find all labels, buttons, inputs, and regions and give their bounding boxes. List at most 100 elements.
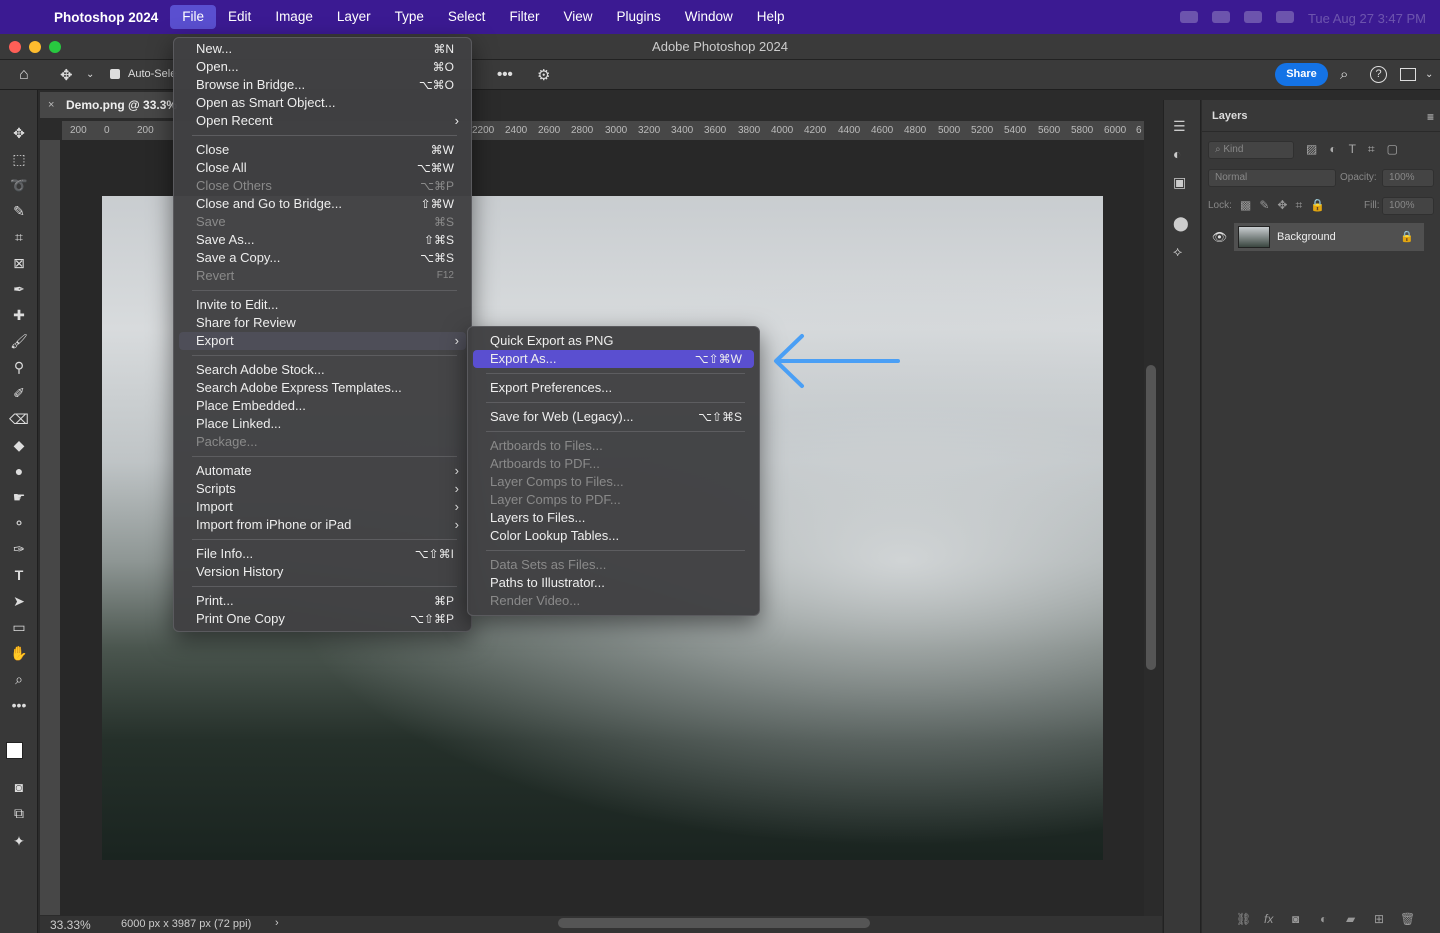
- healing-brush-icon[interactable]: ✚: [8, 304, 30, 326]
- menu-item-paths-illustrator[interactable]: Paths to Illustrator...: [473, 574, 754, 592]
- status-icon[interactable]: [1179, 11, 1198, 23]
- clock[interactable]: Tue Aug 27 3:47 PM: [1308, 11, 1426, 26]
- move-tool-icon[interactable]: ✥: [8, 122, 30, 144]
- app-name[interactable]: Photoshop 2024: [54, 10, 158, 25]
- path-select-icon[interactable]: ➤: [8, 590, 30, 612]
- libraries-icon[interactable]: ▣: [1173, 174, 1186, 191]
- battery-icon[interactable]: [1243, 11, 1262, 23]
- menu-help[interactable]: Help: [745, 5, 797, 29]
- chevron-down-icon[interactable]: ⌄: [86, 69, 94, 80]
- chevron-down-icon[interactable]: ⌄: [1425, 69, 1433, 80]
- dodge-tool-icon[interactable]: ⚬: [8, 512, 30, 534]
- quick-mask-icon[interactable]: ◙: [8, 776, 30, 798]
- gear-icon[interactable]: ⚙: [537, 66, 550, 84]
- trash-icon[interactable]: 🗑: [1400, 912, 1415, 926]
- filter-icons[interactable]: ▨◐T⌗▢: [1306, 142, 1410, 157]
- lock-icons[interactable]: ▩✎✥⌗🔒: [1240, 198, 1333, 213]
- styles-icon[interactable]: ◐: [1173, 146, 1181, 162]
- menu-item-import-iphone[interactable]: Import from iPhone or iPad ›: [179, 516, 466, 534]
- menu-item-close-go-bridge[interactable]: Close and Go to Bridge... ⇧⌘W: [179, 195, 466, 213]
- hand-tool-icon[interactable]: ✋: [8, 642, 30, 664]
- menu-item-save-for-web[interactable]: Save for Web (Legacy)... ⌥⇧⌘S: [473, 408, 754, 426]
- new-layer-icon[interactable]: ⊞: [1374, 912, 1384, 926]
- move-tool-icon[interactable]: ✥: [60, 66, 73, 84]
- layers-tab[interactable]: Layers: [1202, 100, 1440, 132]
- frame-tool-icon[interactable]: ⊠: [8, 252, 30, 274]
- lasso-tool-icon[interactable]: ➰: [8, 174, 30, 196]
- menu-item-place-linked[interactable]: Place Linked...: [179, 415, 466, 433]
- menu-item-new[interactable]: New... ⌘N: [179, 40, 466, 58]
- menu-item-print-one-copy[interactable]: Print One Copy ⌥⇧⌘P: [179, 610, 466, 628]
- menu-item-browse-bridge[interactable]: Browse in Bridge... ⌥⌘O: [179, 76, 466, 94]
- menu-item-open-recent[interactable]: Open Recent ›: [179, 112, 466, 130]
- menu-item-scripts[interactable]: Scripts ›: [179, 480, 466, 498]
- workspace-icon[interactable]: [1400, 68, 1416, 81]
- fill-input[interactable]: 100%: [1382, 197, 1434, 215]
- close-tab-icon[interactable]: ×: [48, 92, 54, 118]
- share-button[interactable]: Share: [1275, 63, 1328, 86]
- menu-item-place-embedded[interactable]: Place Embedded...: [179, 397, 466, 415]
- status-menu-arrow[interactable]: ›: [275, 917, 279, 929]
- opacity-input[interactable]: 100%: [1382, 169, 1434, 187]
- more-options-icon[interactable]: •••: [497, 66, 513, 83]
- paint-bucket-icon[interactable]: ◆: [8, 434, 30, 456]
- more-tools-icon[interactable]: •••: [8, 694, 30, 716]
- clone-stamp-icon[interactable]: ⚲: [8, 356, 30, 378]
- horizontal-scrollbar[interactable]: [558, 918, 870, 928]
- menu-edit[interactable]: Edit: [216, 5, 263, 29]
- blend-mode-select[interactable]: Normal: [1208, 169, 1336, 187]
- menu-item-file-info[interactable]: File Info... ⌥⇧⌘I: [179, 545, 466, 563]
- menu-view[interactable]: View: [551, 5, 604, 29]
- menu-item-version-history[interactable]: Version History: [179, 563, 466, 581]
- menu-item-search-express[interactable]: Search Adobe Express Templates...: [179, 379, 466, 397]
- foreground-color-swatch[interactable]: [6, 742, 23, 759]
- search-icon[interactable]: ⌕: [1340, 66, 1348, 83]
- pen-tool-icon[interactable]: ✑: [8, 538, 30, 560]
- menu-item-automate[interactable]: Automate ›: [179, 462, 466, 480]
- fx-icon[interactable]: fx: [1264, 912, 1273, 926]
- menu-item-save-copy[interactable]: Save a Copy... ⌥⌘S: [179, 249, 466, 267]
- generative-icon[interactable]: ✦: [8, 830, 30, 852]
- menu-item-close-all[interactable]: Close All ⌥⌘W: [179, 159, 466, 177]
- layer-row[interactable]: Background 🔒: [1234, 223, 1424, 251]
- menu-item-color-lookup[interactable]: Color Lookup Tables...: [473, 527, 754, 545]
- menu-item-export[interactable]: Export ›: [179, 332, 466, 350]
- crop-tool-icon[interactable]: ⌗: [8, 226, 30, 248]
- menu-item-print[interactable]: Print... ⌘P: [179, 592, 466, 610]
- menu-item-open[interactable]: Open... ⌘O: [179, 58, 466, 76]
- menu-layer[interactable]: Layer: [325, 5, 383, 29]
- group-folder-icon[interactable]: ▰: [1346, 912, 1355, 926]
- menu-select[interactable]: Select: [436, 5, 498, 29]
- visibility-eye-icon[interactable]: 👁: [1212, 230, 1227, 244]
- menu-window[interactable]: Window: [673, 5, 745, 29]
- blur-tool-icon[interactable]: ●: [8, 460, 30, 482]
- screen-mode-icon[interactable]: ⧉: [8, 802, 30, 824]
- menu-item-quick-export-png[interactable]: Quick Export as PNG: [473, 332, 754, 350]
- menu-image[interactable]: Image: [263, 5, 325, 29]
- marquee-tool-icon[interactable]: ⬚: [8, 148, 30, 170]
- vertical-scrollbar[interactable]: [1146, 365, 1156, 670]
- panel-menu-icon[interactable]: ≡: [1427, 110, 1434, 124]
- menu-item-share-review[interactable]: Share for Review: [179, 314, 466, 332]
- menu-item-search-stock[interactable]: Search Adobe Stock...: [179, 361, 466, 379]
- menu-item-export-as[interactable]: Export As... ⌥⇧⌘W: [473, 350, 754, 368]
- rectangle-tool-icon[interactable]: ▭: [8, 616, 30, 638]
- zoom-level[interactable]: 33.33%: [50, 918, 91, 932]
- mask-icon[interactable]: ◙: [1292, 912, 1299, 926]
- link-icon[interactable]: ⛓: [1236, 912, 1251, 926]
- home-icon[interactable]: ⌂: [19, 66, 29, 84]
- close-window-button[interactable]: [9, 41, 21, 53]
- history-brush-icon[interactable]: ✐: [8, 382, 30, 404]
- menu-file[interactable]: File: [170, 5, 217, 29]
- help-icon[interactable]: ?: [1370, 66, 1387, 83]
- adjustments-icon[interactable]: ☰: [1173, 118, 1186, 135]
- type-tool-icon[interactable]: T: [8, 564, 30, 586]
- menu-item-save-as[interactable]: Save As... ⇧⌘S: [179, 231, 466, 249]
- paths-icon[interactable]: ⟡: [1173, 243, 1182, 260]
- eyedropper-tool-icon[interactable]: ✒: [8, 278, 30, 300]
- zoom-window-button[interactable]: [49, 41, 61, 53]
- menu-item-export-preferences[interactable]: Export Preferences...: [473, 379, 754, 397]
- menu-item-open-smart-object[interactable]: Open as Smart Object...: [179, 94, 466, 112]
- adjustment-layer-icon[interactable]: ◐: [1320, 912, 1327, 926]
- search-icon[interactable]: [1275, 11, 1294, 23]
